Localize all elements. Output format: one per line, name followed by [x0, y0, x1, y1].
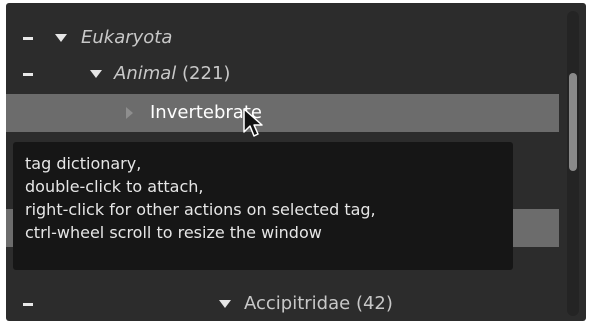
tree-row-count: (42) [355, 293, 393, 314]
vertical-scrollbar[interactable] [567, 11, 579, 316]
tree-row-count: (221) [182, 63, 231, 84]
expanded-arrow-icon[interactable] [219, 300, 231, 308]
tree-row-label: Animal [114, 63, 177, 84]
tree-row-text: Accipitridae (42) [244, 285, 393, 321]
expanded-arrow-icon[interactable] [55, 34, 67, 42]
collapse-dash-icon[interactable] [23, 37, 33, 40]
scrollbar-thumb[interactable] [569, 73, 577, 171]
expanded-arrow-icon[interactable] [90, 70, 102, 78]
collapse-dash-icon[interactable] [23, 73, 33, 76]
tooltip: tag dictionary, double-click to attach, … [13, 142, 513, 270]
collapse-dash-icon[interactable] [23, 303, 33, 306]
tooltip-line: right-click for other actions on selecte… [25, 200, 376, 219]
tree-row-animal[interactable]: Animal (221) [6, 55, 559, 93]
tree-row-invertebrate[interactable]: Invertebrate [6, 94, 559, 132]
tooltip-line: double-click to attach, [25, 177, 204, 196]
tooltip-line: tag dictionary, [25, 154, 142, 173]
collapsed-arrow-icon[interactable] [126, 107, 133, 119]
tree-row-label: Eukaryota [81, 27, 173, 48]
mouse-cursor-icon [243, 108, 263, 137]
tree-row-label: Accipitridae [244, 293, 351, 314]
tree-row-text: Animal (221) [114, 55, 230, 93]
tooltip-line: ctrl-wheel scroll to resize the window [25, 223, 322, 242]
tree-row-eukaryota[interactable]: Eukaryota [6, 19, 559, 57]
tree-row-accipitridae[interactable]: Accipitridae (42) [6, 285, 559, 321]
